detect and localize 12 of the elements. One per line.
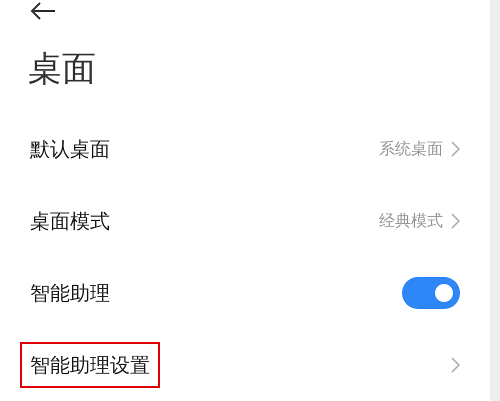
setting-label: 默认桌面 — [30, 136, 110, 163]
chevron-right-icon[interactable] — [451, 213, 460, 229]
toggle-switch[interactable] — [402, 277, 460, 309]
back-arrow-icon[interactable] — [30, 2, 56, 20]
setting-label: 智能助理设置 — [20, 342, 160, 388]
chevron-right-icon[interactable] — [451, 141, 460, 157]
setting-label: 桌面模式 — [30, 208, 110, 235]
chevron-right-icon[interactable] — [451, 357, 460, 373]
page-title: 桌面 — [27, 48, 97, 91]
setting-value: 经典模式 — [379, 210, 443, 232]
setting-value: 系统桌面 — [379, 138, 443, 160]
setting-label: 智能助理 — [30, 280, 110, 307]
